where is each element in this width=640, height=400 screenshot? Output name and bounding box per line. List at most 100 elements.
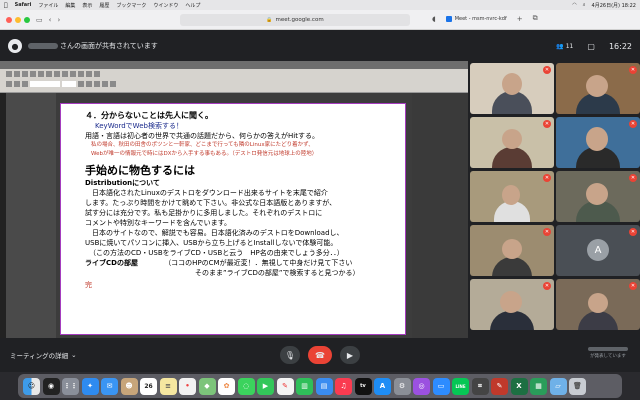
end-call-button[interactable]: ☎ <box>308 346 332 364</box>
doc-body-line: （この方法のCD・USBをライブCD・USBと云う HP名の由来でしょう多分．．… <box>89 249 344 257</box>
finder-icon[interactable]: ☺ <box>23 377 40 395</box>
camera-button[interactable]: ▶ <box>340 346 360 364</box>
mic-off-icon: ✕ <box>543 282 551 290</box>
sharing-banner-text: さんの画面が共有されています <box>60 42 158 50</box>
search-icon[interactable]: ⌕ <box>583 2 586 8</box>
menu-help[interactable]: ヘルプ <box>185 2 200 9</box>
forward-icon[interactable]: › <box>57 16 60 24</box>
menu-edit[interactable]: 編集 <box>65 2 75 9</box>
doc-note-line: Webが唯一の情報元で時にはDXから入手する事もある。（デストロ発信元は地球上の… <box>91 151 318 157</box>
menu-history[interactable]: 履歴 <box>99 2 109 9</box>
keynote-icon[interactable]: ▤ <box>315 377 333 395</box>
shared-desktop-right <box>412 93 468 338</box>
doc-keyword-line: KeyWordでWeb検索する！ <box>95 122 183 130</box>
tv-icon[interactable]: tv <box>354 377 372 395</box>
doc-subheading: Distributionについて <box>85 179 160 187</box>
shared-screen: ４．分からないことは先人に聞く。 KeyWordでWeb検索する！ 用語・言語は… <box>0 61 468 338</box>
trash-icon[interactable]: 🗑 <box>569 377 586 395</box>
calendar-icon[interactable]: 26 <box>140 377 157 395</box>
mic-button[interactable]: 🎙 <box>280 346 300 364</box>
system-preferences-icon[interactable]: ⚙ <box>393 377 411 395</box>
photos-icon[interactable]: ✿ <box>218 377 235 395</box>
chat-icon[interactable]: ▢ <box>587 42 595 51</box>
presenting-label: が発表しています <box>590 354 626 359</box>
mail-icon[interactable]: ✉ <box>101 377 118 395</box>
participant-tile[interactable]: ✕ <box>470 279 554 330</box>
participant-tile[interactable]: A ✕ <box>556 225 640 276</box>
audio-icon[interactable]: ◖ <box>432 15 436 23</box>
doc-body-line: USBに焼いてパソコンに挿入、USBから立ち上げるとInstallしないで体験可… <box>85 239 338 247</box>
safari-toolbar: ▭ ‹ › 🔒 meet.google.com ◖ Meet - msm-nvr… <box>0 10 640 30</box>
numbers-icon[interactable]: ▥ <box>296 377 313 395</box>
presenter-name-redacted <box>588 347 628 351</box>
meeting-details-button[interactable]: ミーティングの詳細 ⌄ <box>10 350 77 360</box>
participant-tile[interactable]: ✕ <box>556 171 640 222</box>
menu-view[interactable]: 表示 <box>82 2 92 9</box>
shared-app-toolbar <box>0 61 468 93</box>
minimize-window-button[interactable] <box>15 16 21 23</box>
mic-off-icon: ✕ <box>543 120 551 128</box>
participant-tile[interactable]: ✕ <box>556 63 640 114</box>
maps-icon[interactable]: ◆ <box>198 377 216 395</box>
participant-tile[interactable]: ✕ <box>470 117 554 168</box>
reminders-icon[interactable]: • <box>179 377 196 395</box>
participant-tile[interactable]: ✕ <box>470 225 554 276</box>
music-app-icon[interactable]: ✎ <box>276 377 294 395</box>
participant-tile[interactable]: ✕ <box>556 279 640 330</box>
doc-livecd-row: ライブCDの部屋 （ココのHPのCMが最近変！．無視して中身だけ見て下さい <box>85 258 381 268</box>
siri-icon[interactable]: ◉ <box>42 377 60 395</box>
doc-body-line: 試す分には充分です。私も足掛かりに多用しました。それぞれのデストロに <box>85 209 323 217</box>
messages-icon[interactable]: ◌ <box>237 377 255 395</box>
macos-dock: ☺ ◉ ⋮⋮ ✦ ✉ ☻ 26 ≡ • ◆ ✿ ◌ ▶ ✎ ▥ ▤ ♫ tv A… <box>18 374 622 398</box>
excel-icon[interactable]: X <box>510 377 528 395</box>
participant-grid: ✕ ✕ ✕ ✕ ✕ ✕ ✕ A ✕ ✕ ✕ <box>468 61 640 338</box>
doc-livecd-link[interactable]: ライブCDの部屋 <box>85 259 138 267</box>
zoom-icon[interactable]: ▭ <box>432 377 450 395</box>
doc-end-mark: 完 <box>85 281 92 289</box>
hang-up-icon: ☎ <box>315 350 325 360</box>
app-store-icon[interactable]: A <box>374 377 391 395</box>
participant-tile[interactable]: ✕ <box>470 171 554 222</box>
doc-note-line: 私の場合、秋田の田舎のポツンと一軒家、どこまで行っても隣のLinux家にたどり着… <box>91 142 314 148</box>
tab-overview-icon[interactable]: ⧉ <box>533 14 538 23</box>
line-icon[interactable]: LINE <box>452 377 469 395</box>
back-icon[interactable]: ‹ <box>49 16 52 24</box>
menu-window[interactable]: ウインドウ <box>153 2 178 9</box>
sidebar-icon[interactable]: ▭ <box>36 16 43 24</box>
participant-tile[interactable]: ✕ <box>470 63 554 114</box>
menubar-app-name[interactable]: Safari <box>15 2 32 8</box>
wifi-icon[interactable]: ◠ <box>572 2 576 8</box>
menu-file[interactable]: ファイル <box>38 2 58 9</box>
menubar-clock[interactable]: 4月26日(月) 18:22 <box>592 2 636 9</box>
people-button[interactable]: 👥 11 <box>556 43 573 50</box>
mic-off-icon: ✕ <box>543 228 551 236</box>
doc-body-line: そのまま”ライブCDの部屋”で検索すると見つかる） <box>195 269 360 277</box>
app-green-icon[interactable]: ▦ <box>530 377 547 395</box>
contacts-icon[interactable]: ☻ <box>120 377 138 395</box>
new-tab-icon[interactable]: + <box>517 15 523 23</box>
window-controls <box>6 16 30 23</box>
launchpad-icon[interactable]: ⋮⋮ <box>62 377 79 395</box>
screenshot-icon[interactable]: ⌗ <box>471 377 489 395</box>
tab-meet[interactable]: Meet - msm-nvrc-kdf <box>445 15 507 22</box>
zoom-window-button[interactable] <box>24 16 30 23</box>
notes-icon[interactable]: ≡ <box>159 377 177 395</box>
address-bar[interactable]: 🔒 meet.google.com <box>180 14 410 26</box>
downloads-folder-icon[interactable]: ▱ <box>549 377 567 395</box>
music-icon[interactable]: ♫ <box>335 377 352 395</box>
app-red-icon[interactable]: ✎ <box>491 377 508 395</box>
safari-icon[interactable]: ✦ <box>81 377 99 395</box>
doc-heading-4: ４．分からないことは先人に聞く。 <box>85 111 213 120</box>
facetime-icon[interactable]: ▶ <box>257 377 274 395</box>
close-window-button[interactable] <box>6 16 12 23</box>
mic-off-icon: ✕ <box>629 174 637 182</box>
presenter-avatar-icon: ● <box>8 39 22 53</box>
participant-tile[interactable]: ✕ <box>556 117 640 168</box>
menu-bookmarks[interactable]: ブックマーク <box>116 2 146 9</box>
apple-icon[interactable]:  <box>4 2 8 9</box>
shared-app-tools <box>0 69 468 79</box>
podcasts-icon[interactable]: ◎ <box>413 377 430 395</box>
presenting-indicator[interactable]: が発表しています <box>588 347 628 359</box>
tab-meet-label: Meet - msm-nvrc-kdf <box>454 15 507 22</box>
shared-desktop-panel <box>0 93 6 338</box>
